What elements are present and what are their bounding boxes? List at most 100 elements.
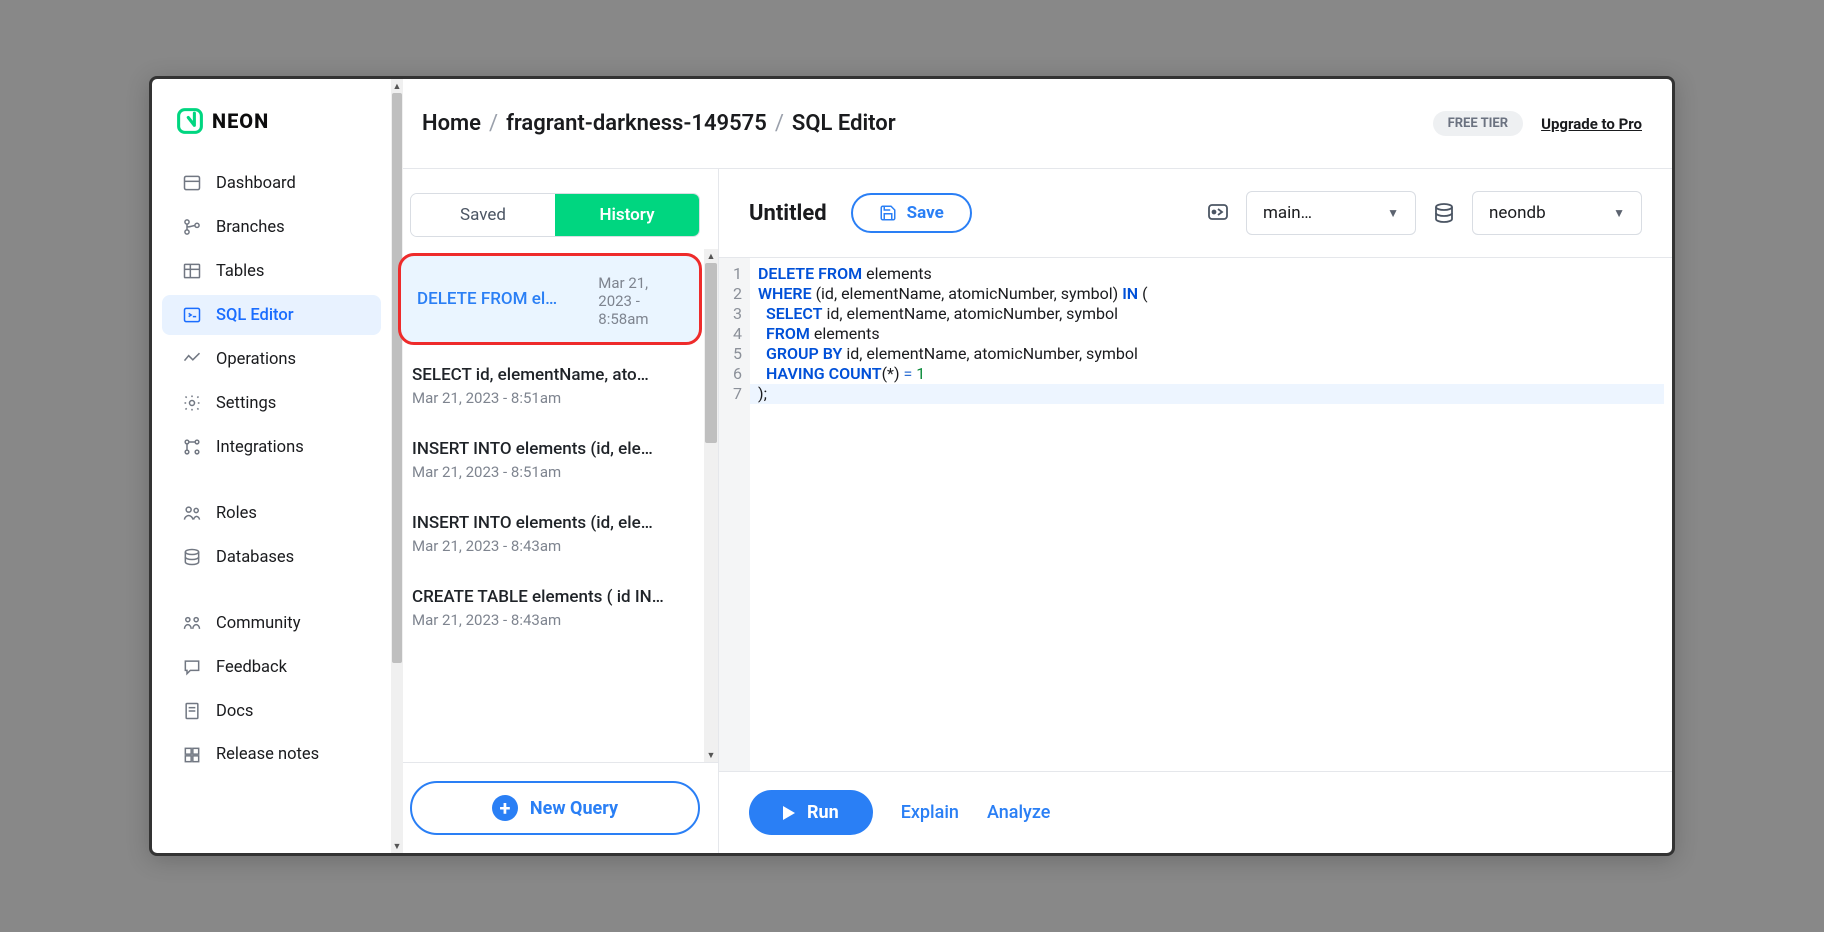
tab-saved[interactable]: Saved — [411, 194, 555, 236]
operations-icon — [182, 349, 202, 369]
logo: NEON — [152, 97, 391, 161]
history-query: INSERT INTO elements (id, ele… — [412, 513, 684, 533]
database-select[interactable]: neondb ▼ — [1472, 191, 1642, 235]
topbar: Home / fragrant-darkness-149575 / SQL Ed… — [392, 79, 1672, 169]
database-icon — [1432, 201, 1456, 225]
scroll-thumb[interactable] — [705, 263, 717, 443]
save-button[interactable]: Save — [851, 193, 972, 233]
nav-operations[interactable]: Operations — [162, 339, 381, 379]
history-query: INSERT INTO elements (id, ele… — [412, 439, 684, 459]
nav-databases[interactable]: Databases — [162, 537, 381, 577]
history-item[interactable]: SELECT id, elementName, ato… Mar 21, 202… — [392, 349, 704, 423]
scroll-up-icon[interactable]: ▲ — [704, 249, 718, 263]
roles-icon — [182, 503, 202, 523]
nav-branches[interactable]: Branches — [162, 207, 381, 247]
database-value: neondb — [1489, 203, 1546, 223]
history-item[interactable]: INSERT INTO elements (id, ele… Mar 21, 2… — [392, 497, 704, 571]
crumb-home[interactable]: Home — [422, 111, 481, 136]
nav-dashboard[interactable]: Dashboard — [162, 163, 381, 203]
save-label: Save — [907, 203, 944, 223]
brand-text: NEON — [212, 109, 269, 133]
nav-community[interactable]: Community — [162, 603, 381, 643]
neon-logo-icon — [176, 107, 204, 135]
history-item[interactable]: DELETE FROM elements WHER… Mar 21, 2023 … — [398, 253, 702, 345]
tab-history[interactable]: History — [555, 194, 699, 236]
history-date: Mar 21, 2023 - 8:58am — [598, 274, 683, 328]
breadcrumb: Home / fragrant-darkness-149575 / SQL Ed… — [422, 111, 896, 136]
nav-label: Dashboard — [216, 174, 296, 193]
right-pane: Untitled Save main…▼ neondb ▼ 1 — [719, 169, 1672, 853]
line-no: 5 — [733, 344, 742, 364]
tables-icon — [182, 261, 202, 281]
dashboard-icon — [182, 173, 202, 193]
nav-feedback[interactable]: Feedback — [162, 647, 381, 687]
branch-icon — [1206, 201, 1230, 225]
settings-icon — [182, 393, 202, 413]
line-no: 1 — [733, 264, 742, 284]
scroll-down-icon[interactable]: ▼ — [704, 748, 718, 762]
history-query: CREATE TABLE elements ( id IN… — [412, 587, 684, 607]
chevron-down-icon: ▼ — [1613, 206, 1625, 220]
branches-icon — [182, 217, 202, 237]
nav-label: Release notes — [216, 746, 319, 764]
line-no: 7 — [733, 384, 742, 404]
code-body[interactable]: DELETE FROM elementsWHERE (id, elementNa… — [750, 258, 1672, 771]
history-date: Mar 21, 2023 - 8:43am — [412, 611, 684, 629]
left-footer: + New Query — [392, 762, 718, 853]
tier-badge: FREE TIER — [1433, 111, 1523, 136]
docs-icon — [182, 701, 202, 721]
explain-button[interactable]: Explain — [901, 802, 959, 823]
nav-label: Settings — [216, 394, 276, 413]
query-title: Untitled — [749, 201, 827, 226]
nav-label: Roles — [216, 504, 257, 523]
editor-footer: Run Explain Analyze — [719, 771, 1672, 853]
crumb-project[interactable]: fragrant-darkness-149575 — [506, 111, 767, 136]
scroll-up-icon[interactable]: ▲ — [391, 79, 403, 93]
nav-tables[interactable]: Tables — [162, 251, 381, 291]
nav-settings[interactable]: Settings — [162, 383, 381, 423]
branch-value: main… — [1263, 203, 1312, 223]
gutter: 1 2 3 4 5 6 7 — [719, 258, 750, 771]
history-query: SELECT id, elementName, ato… — [412, 365, 684, 385]
nav-label: Branches — [216, 218, 285, 237]
feedback-icon — [182, 657, 202, 677]
nav-label: Community — [216, 614, 301, 633]
sql-editor-icon — [182, 305, 202, 325]
nav-label: Integrations — [216, 438, 304, 457]
history-list: DELETE FROM elements WHER… Mar 21, 2023 … — [392, 249, 718, 762]
line-no: 6 — [733, 364, 742, 384]
community-icon — [182, 613, 202, 633]
left-pane: Saved History DELETE FROM elements WHER…… — [392, 169, 719, 853]
code-editor[interactable]: 1 2 3 4 5 6 7 DELETE FROM elementsWHERE … — [719, 258, 1672, 771]
line-no: 4 — [733, 324, 742, 344]
nav-label: Docs — [216, 702, 253, 721]
branch-select[interactable]: main…▼ — [1246, 191, 1416, 235]
nav-sql-editor[interactable]: SQL Editor — [162, 295, 381, 335]
nav-docs[interactable]: Docs — [162, 691, 381, 731]
main: Home / fragrant-darkness-149575 / SQL Ed… — [392, 79, 1672, 853]
app-window: NEON Dashboard Branches Tables SQL Edito… — [149, 76, 1675, 856]
history-scrollbar[interactable]: ▲ ▼ — [704, 249, 718, 762]
nav-roles[interactable]: Roles — [162, 493, 381, 533]
nav-label: SQL Editor — [216, 306, 294, 325]
crumb-sep: / — [489, 111, 498, 136]
new-query-button[interactable]: + New Query — [410, 781, 700, 835]
run-label: Run — [807, 802, 839, 823]
nav-integrations[interactable]: Integrations — [162, 427, 381, 467]
crumb-page: SQL Editor — [792, 111, 896, 136]
new-query-label: New Query — [530, 798, 618, 819]
analyze-button[interactable]: Analyze — [987, 802, 1050, 823]
crumb-sep: / — [775, 111, 784, 136]
history-item[interactable]: INSERT INTO elements (id, ele… Mar 21, 2… — [392, 423, 704, 497]
nav-label: Operations — [216, 350, 296, 369]
databases-icon — [182, 547, 202, 567]
upgrade-link[interactable]: Upgrade to Pro — [1541, 115, 1642, 133]
scroll-down-icon[interactable]: ▼ — [391, 839, 403, 853]
run-button[interactable]: Run — [749, 790, 873, 835]
line-no: 2 — [733, 284, 742, 304]
history-item[interactable]: CREATE TABLE elements ( id IN… Mar 21, 2… — [392, 571, 704, 645]
history-date: Mar 21, 2023 - 8:51am — [412, 463, 684, 481]
tabs: Saved History — [410, 193, 700, 237]
nav-release-notes[interactable]: Release notes — [162, 735, 381, 775]
play-icon — [783, 806, 795, 820]
